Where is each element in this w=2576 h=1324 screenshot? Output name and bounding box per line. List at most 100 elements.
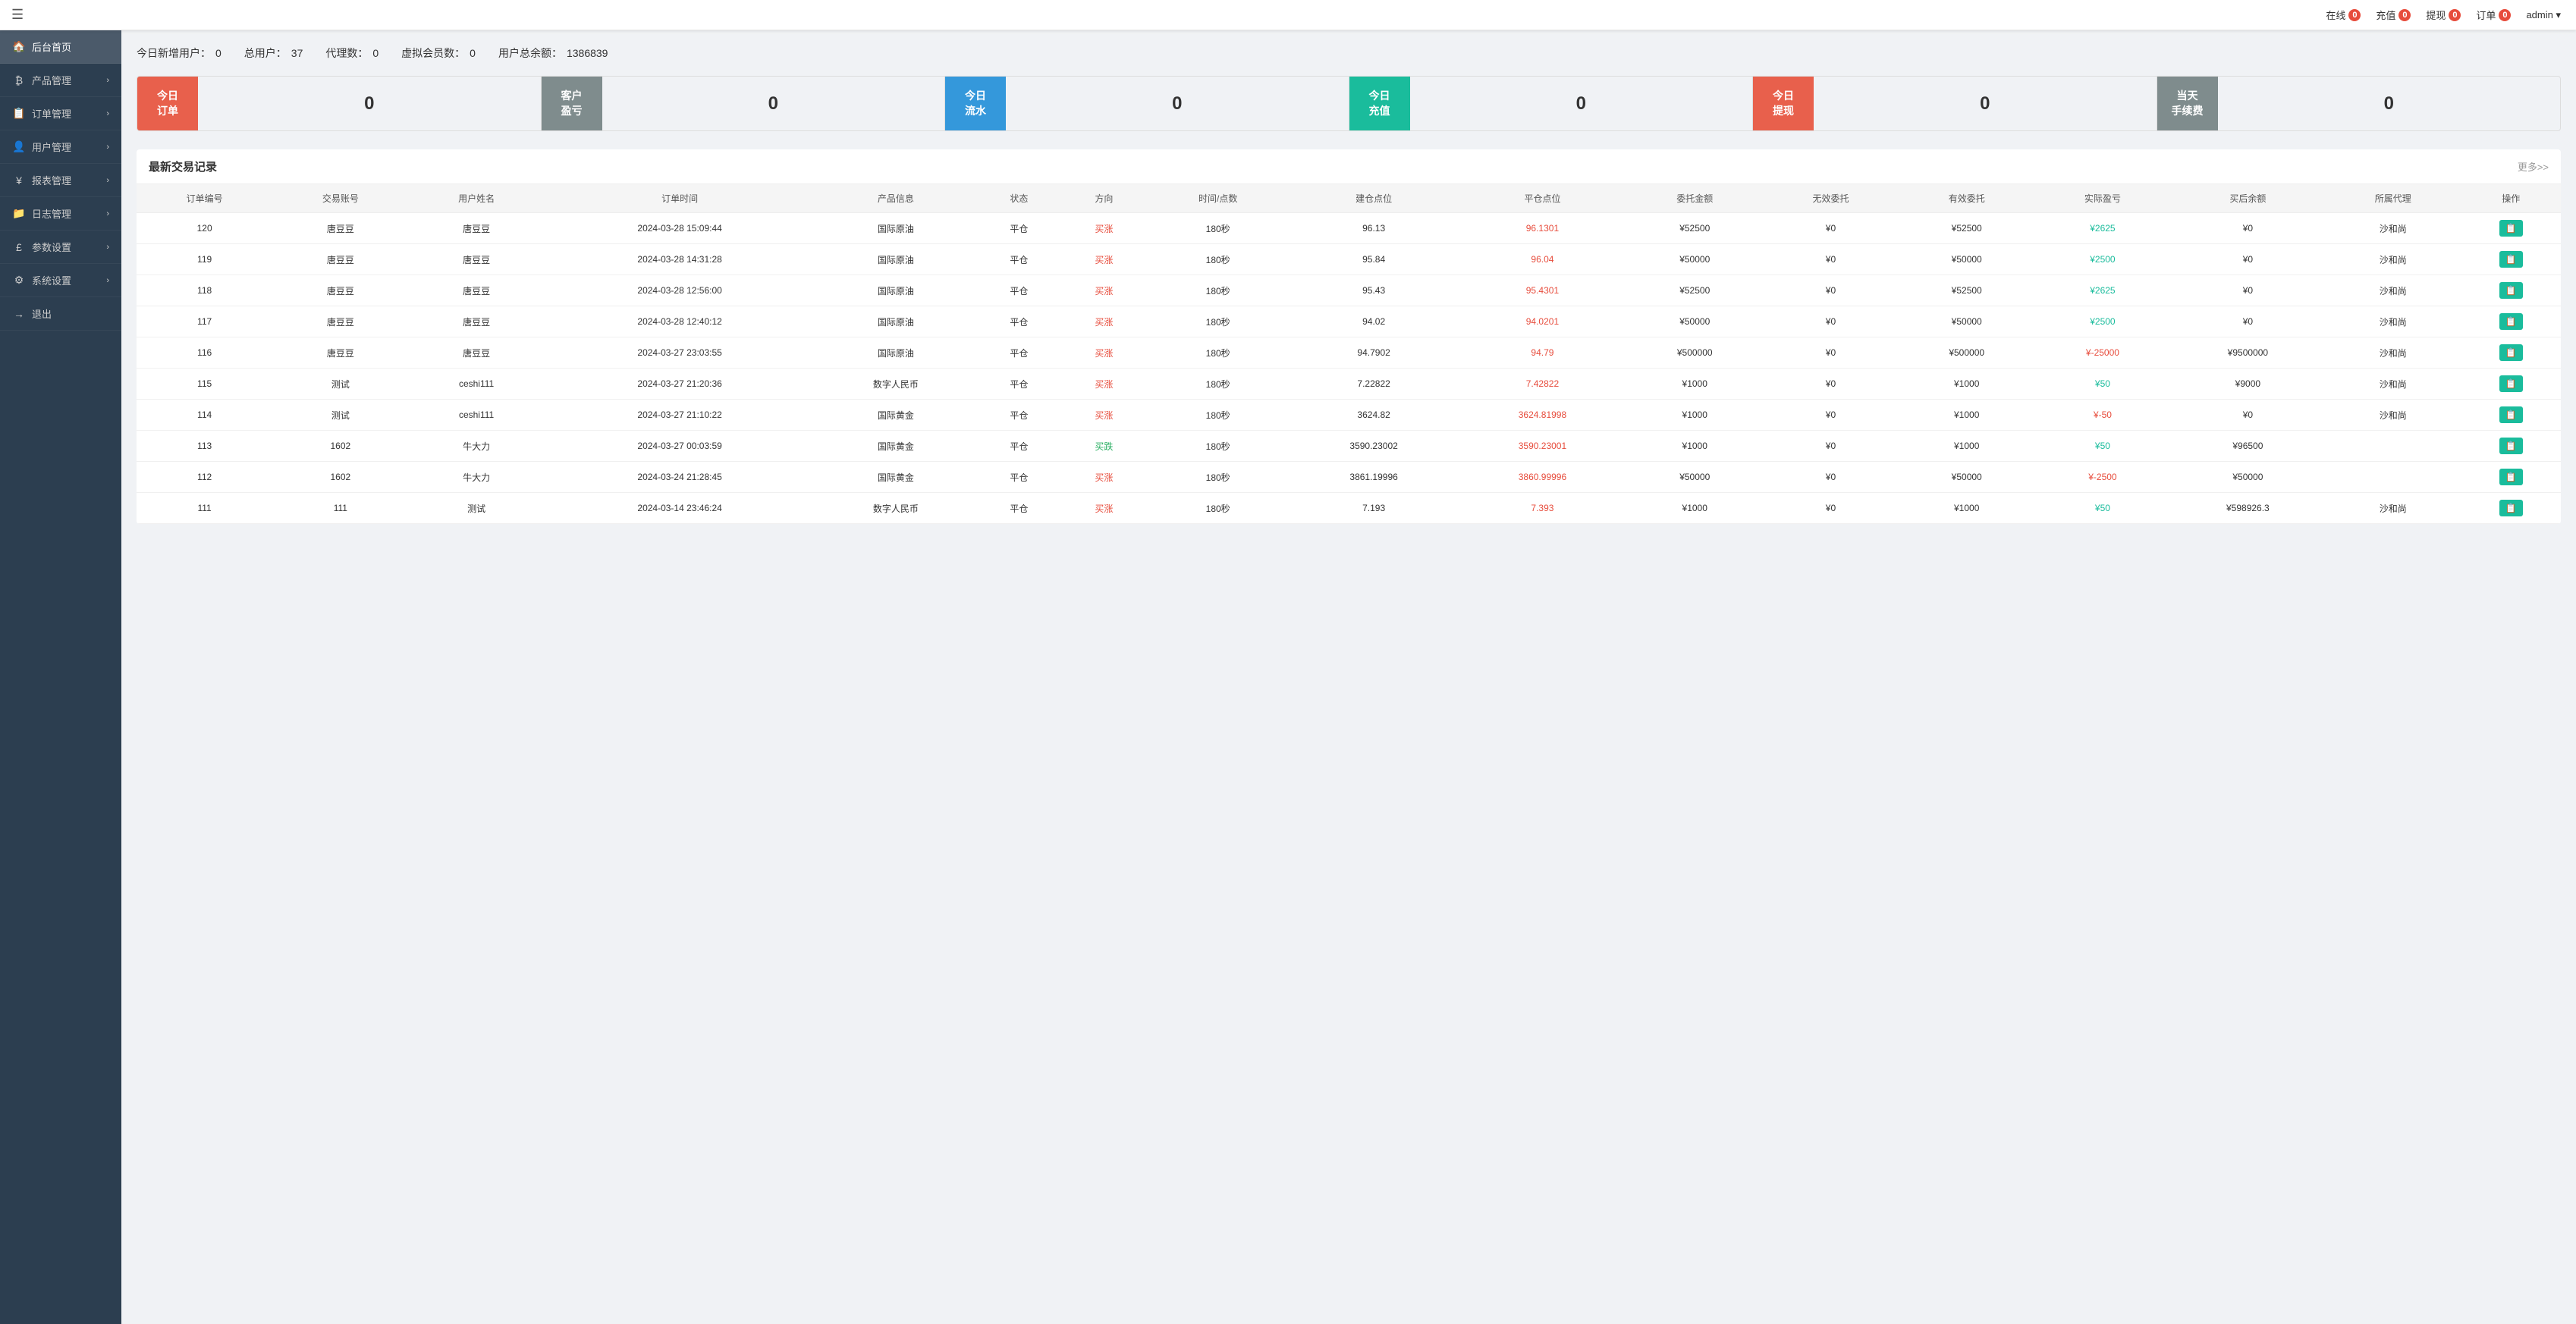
action-button[interactable]: 📋: [2499, 375, 2523, 392]
agents-label: 代理数：: [325, 45, 368, 61]
table-cell: 7.42822: [1458, 369, 1626, 400]
table-cell: 平仓: [976, 462, 1061, 493]
table-cell: 数字人民币: [815, 493, 977, 524]
table-cell[interactable]: 📋: [2461, 400, 2561, 431]
table-cell[interactable]: 📋: [2461, 431, 2561, 462]
order-label: 订单: [2476, 8, 2496, 22]
table-cell: ¥0: [2171, 306, 2326, 337]
action-button[interactable]: 📋: [2499, 406, 2523, 423]
recharge-nav-item[interactable]: 充值 0: [2376, 8, 2411, 22]
action-button[interactable]: 📋: [2499, 282, 2523, 299]
action-button[interactable]: 📋: [2499, 313, 2523, 330]
table-cell[interactable]: 📋: [2461, 462, 2561, 493]
sidebar-item-home[interactable]: 🏠 后台首页: [0, 30, 121, 64]
sidebar-item-users[interactable]: 👤 用户管理 ›: [0, 130, 121, 164]
col-header: 无效委托: [1763, 184, 1899, 213]
table-cell: ¥52500: [1627, 213, 1763, 244]
sidebar-item-params[interactable]: £ 参数设置 ›: [0, 231, 121, 264]
table-cell: ¥0: [1763, 337, 1899, 369]
action-button[interactable]: 📋: [2499, 469, 2523, 485]
table-cell: 唐豆豆: [408, 213, 544, 244]
table-cell[interactable]: 📋: [2461, 337, 2561, 369]
table-cell: 2024-03-27 21:10:22: [545, 400, 815, 431]
stat-virtual-members: 虚拟会员数： 0: [401, 45, 476, 61]
online-nav-item[interactable]: 在线 0: [2326, 8, 2361, 22]
log-icon: 📁: [12, 207, 26, 220]
action-button[interactable]: 📋: [2499, 251, 2523, 268]
table-cell: 111: [272, 493, 408, 524]
table-cell: 95.84: [1290, 244, 1458, 275]
table-cell: ¥52500: [1899, 213, 2034, 244]
table-cell: 国际黄金: [815, 462, 977, 493]
table-cell[interactable]: 📋: [2461, 275, 2561, 306]
table-cell: 180秒: [1146, 306, 1290, 337]
table-cell[interactable]: 📋: [2461, 213, 2561, 244]
sidebar-item-orders[interactable]: 📋 订单管理 ›: [0, 97, 121, 130]
sidebar-item-logout[interactable]: → 退出: [0, 297, 121, 331]
table-cell: 2024-03-14 23:46:24: [545, 493, 815, 524]
card-label-0: 今日订单: [137, 77, 198, 130]
table-cell[interactable]: 📋: [2461, 244, 2561, 275]
table-cell: 2024-03-28 12:56:00: [545, 275, 815, 306]
table-cell: 3861.19996: [1290, 462, 1458, 493]
main-content: 今日新增用户： 0 总用户： 37 代理数： 0 虚拟会员数： 0 用户总余额：…: [121, 30, 2576, 1324]
table-cell[interactable]: 📋: [2461, 306, 2561, 337]
table-cell: 平仓: [976, 493, 1061, 524]
table-cell: 114: [137, 400, 272, 431]
table-row: 120唐豆豆唐豆豆2024-03-28 15:09:44国际原油平仓买涨180秒…: [137, 213, 2561, 244]
total-users-value: 37: [291, 47, 303, 59]
nav-right: 在线 0 充值 0 提现 0 订单 0 admin ▾: [2326, 8, 2561, 22]
table-cell: ¥-2500: [2034, 462, 2170, 493]
table-cell: ¥1000: [1627, 369, 1763, 400]
col-header: 买后余额: [2171, 184, 2326, 213]
admin-button[interactable]: admin ▾: [2526, 9, 2561, 21]
chevron-right-icon-6: ›: [106, 243, 109, 252]
table-cell: ¥1000: [1899, 493, 2034, 524]
action-button[interactable]: 📋: [2499, 438, 2523, 454]
withdraw-nav-item[interactable]: 提现 0: [2426, 8, 2461, 22]
sidebar-item-products[interactable]: ₿ 产品管理 ›: [0, 64, 121, 97]
recharge-label: 充值: [2376, 8, 2395, 22]
table-cell: 7.393: [1458, 493, 1626, 524]
action-button[interactable]: 📋: [2499, 220, 2523, 237]
table-cell: ¥1000: [1627, 493, 1763, 524]
product-icon: ₿: [12, 74, 26, 86]
table-cell: 3624.81998: [1458, 400, 1626, 431]
table-cell[interactable]: 📋: [2461, 369, 2561, 400]
chevron-right-icon-2: ›: [106, 109, 109, 118]
sidebar-item-system[interactable]: ⚙ 系统设置 ›: [0, 264, 121, 297]
chevron-right-icon-4: ›: [106, 176, 109, 185]
sidebar-item-reports[interactable]: ¥ 报表管理 ›: [0, 164, 121, 197]
chevron-right-icon-7: ›: [106, 276, 109, 285]
table-cell: 沙和尚: [2325, 400, 2461, 431]
order-nav-item[interactable]: 订单 0: [2476, 8, 2511, 22]
sidebar-label-orders: 订单管理: [32, 106, 71, 121]
table-cell: ¥500000: [1627, 337, 1763, 369]
table-row: 1131602牛大力2024-03-27 00:03:59国际黄金平仓买跌180…: [137, 431, 2561, 462]
table-cell: ¥0: [1763, 213, 1899, 244]
table-cell: ¥0: [1763, 431, 1899, 462]
sidebar-item-logs[interactable]: 📁 日志管理 ›: [0, 197, 121, 231]
table-cell[interactable]: 📋: [2461, 493, 2561, 524]
online-label: 在线: [2326, 8, 2345, 22]
table-cell: 平仓: [976, 431, 1061, 462]
table-cell: ¥598926.3: [2171, 493, 2326, 524]
card-value-5: 0: [2218, 81, 2561, 127]
table-cell: 94.7902: [1290, 337, 1458, 369]
table-cell: 测试: [272, 369, 408, 400]
table-cell: ¥0: [1763, 275, 1899, 306]
table-cell: 沙和尚: [2325, 337, 2461, 369]
action-button[interactable]: 📋: [2499, 500, 2523, 516]
table-cell: 沙和尚: [2325, 244, 2461, 275]
more-link[interactable]: 更多>>: [2518, 159, 2549, 174]
col-header: 订单编号: [137, 184, 272, 213]
table-cell: ceshi111: [408, 400, 544, 431]
hamburger-icon[interactable]: ☰: [11, 7, 24, 23]
col-header: 订单时间: [545, 184, 815, 213]
col-header: 操作: [2461, 184, 2561, 213]
table-cell: 平仓: [976, 244, 1061, 275]
sidebar-label-home: 后台首页: [32, 39, 71, 54]
table-row: 118唐豆豆唐豆豆2024-03-28 12:56:00国际原油平仓买涨180秒…: [137, 275, 2561, 306]
action-button[interactable]: 📋: [2499, 344, 2523, 361]
table-cell: ¥0: [2171, 275, 2326, 306]
